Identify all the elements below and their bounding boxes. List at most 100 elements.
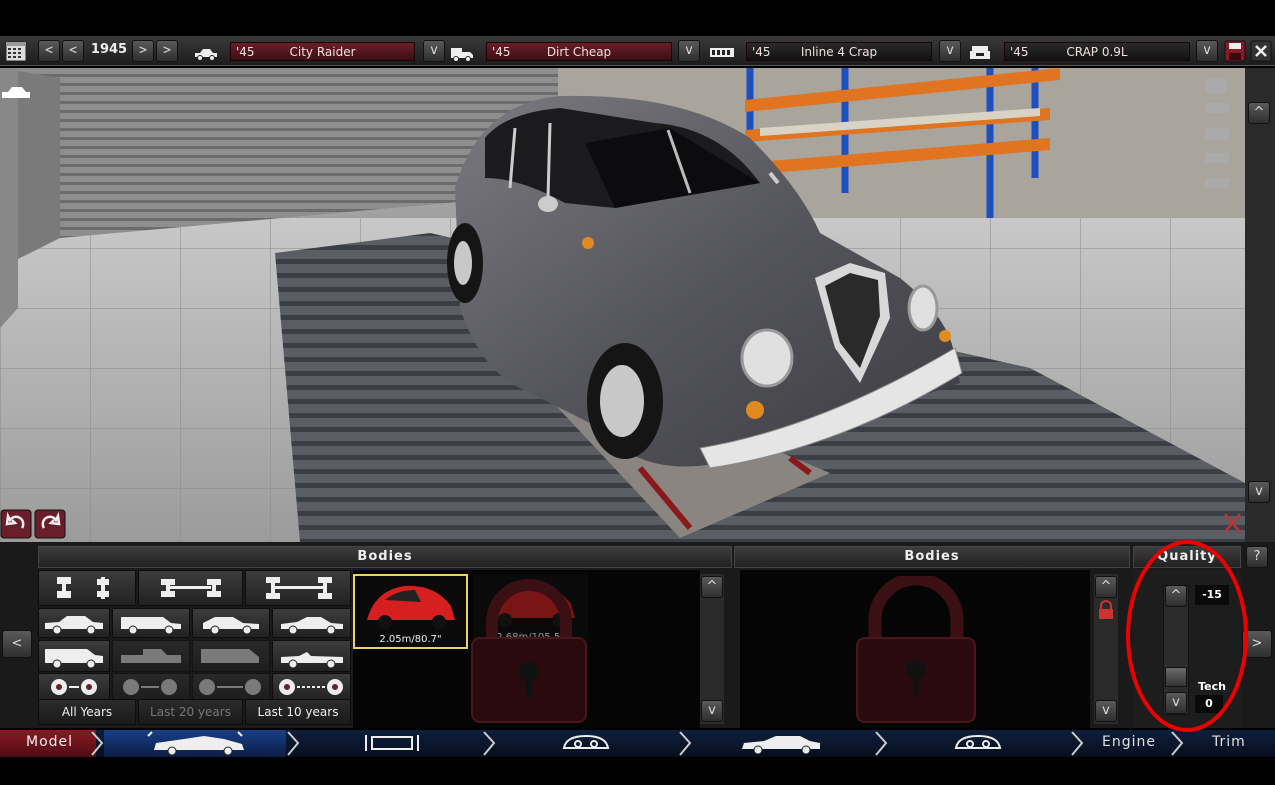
axle-long-icon bbox=[266, 577, 332, 599]
close-icon[interactable] bbox=[1250, 40, 1272, 62]
filter-last-10-years[interactable]: Last 10 years bbox=[245, 699, 351, 725]
nav-trim[interactable]: Trim bbox=[1212, 734, 1246, 750]
engine-selector[interactable]: '45 Inline 4 Crap bbox=[746, 42, 932, 61]
engine-variant-dropdown-button[interactable]: v bbox=[1196, 40, 1218, 62]
panel-prev-button[interactable]: < bbox=[2, 630, 32, 658]
viewport-scroll-down[interactable]: v bbox=[1248, 481, 1270, 503]
axle-medium-icon bbox=[161, 579, 221, 597]
car-body-icon bbox=[147, 731, 244, 756]
body-card-caption: 2.05m/80.7" bbox=[379, 634, 442, 645]
chevron-right-icon bbox=[91, 731, 104, 756]
bottom-margin bbox=[0, 757, 1275, 785]
axle-short-icon bbox=[57, 577, 109, 599]
wagon-icon bbox=[121, 617, 181, 635]
car-viewport[interactable] bbox=[0, 68, 1245, 542]
car-trim-icon bbox=[451, 48, 473, 62]
van-icon bbox=[201, 649, 259, 663]
coupe-icon bbox=[281, 617, 343, 635]
help-button[interactable]: ? bbox=[1246, 546, 1268, 568]
chevron-right-icon bbox=[679, 731, 692, 756]
car-front-icon bbox=[1205, 128, 1229, 140]
filter-axle-medium[interactable] bbox=[138, 570, 243, 606]
padlock-icon[interactable] bbox=[1096, 600, 1116, 620]
filter-last-20-years[interactable]: Last 20 years bbox=[138, 699, 243, 725]
chevron-right-icon bbox=[1071, 731, 1084, 756]
filter-body-coupe[interactable] bbox=[272, 608, 351, 638]
trim-dropdown-button[interactable]: v bbox=[678, 40, 700, 62]
chevron-right-icon bbox=[287, 731, 300, 756]
year-next-button[interactable]: > bbox=[132, 40, 154, 62]
nav-body[interactable] bbox=[104, 730, 286, 757]
filter-body-wagon[interactable] bbox=[112, 608, 190, 638]
model-selector[interactable]: '45 City Raider bbox=[230, 42, 415, 61]
sedan-icon bbox=[45, 616, 103, 635]
filter-wheelbase-short[interactable] bbox=[38, 673, 110, 701]
filter-body-pickup[interactable] bbox=[112, 640, 190, 672]
chevron-right-icon bbox=[875, 731, 888, 756]
nav-model-label: Model bbox=[26, 734, 74, 750]
filter-body-hatch[interactable] bbox=[192, 608, 270, 638]
middle-panel-title: Bodies bbox=[734, 546, 1130, 568]
wheelbase-long-icon bbox=[279, 679, 343, 695]
chevron-right-icon bbox=[1171, 731, 1184, 756]
wheelbase-short-icon bbox=[51, 679, 97, 695]
year-display: 1945 bbox=[90, 42, 128, 57]
nav-fixtures[interactable] bbox=[496, 730, 676, 757]
nav-car-overview[interactable] bbox=[692, 730, 872, 757]
year-prev-fast-button[interactable]: < bbox=[38, 40, 60, 62]
filter-wheelbase-mid-short[interactable] bbox=[112, 673, 190, 701]
save-icon[interactable] bbox=[1224, 40, 1246, 62]
year-prev-button[interactable]: < bbox=[62, 40, 84, 62]
body-list-scroll-up[interactable]: ^ bbox=[701, 576, 723, 598]
suv-icon bbox=[45, 649, 103, 669]
filter-wheelbase-mid-long[interactable] bbox=[192, 673, 270, 701]
nav-fixtures-2[interactable] bbox=[888, 730, 1068, 757]
filter-axle-short[interactable] bbox=[38, 570, 136, 606]
nav-model[interactable]: Model bbox=[0, 730, 96, 757]
variant-list-scroll-down[interactable]: v bbox=[1095, 700, 1117, 722]
lock-icon bbox=[471, 579, 587, 723]
engine-variant-icon bbox=[970, 46, 990, 59]
engine-dropdown-button[interactable]: v bbox=[939, 40, 961, 62]
trim-selector-name: Dirt Cheap bbox=[546, 45, 612, 59]
convertible-icon bbox=[281, 652, 343, 669]
nav-engine[interactable]: Engine bbox=[1102, 734, 1156, 750]
car-side-icon bbox=[742, 736, 820, 755]
engine-selector-name: Inline 4 Crap bbox=[800, 45, 878, 59]
annotation-ellipse bbox=[1126, 540, 1248, 732]
calendar-icon[interactable] bbox=[5, 40, 27, 62]
lock-icon-large bbox=[856, 576, 976, 723]
body-card-selected[interactable]: 2.05m/80.7" bbox=[353, 574, 468, 649]
engine-variant-selector[interactable]: '45 CRAP 0.9L bbox=[1004, 42, 1190, 61]
viewport-scroll-up[interactable]: ^ bbox=[1248, 102, 1270, 124]
engine-icon bbox=[710, 48, 734, 57]
headlight-icon bbox=[562, 734, 610, 749]
pickup-icon bbox=[121, 649, 181, 663]
wheelbase-mid-long-icon bbox=[199, 679, 261, 695]
headlight-icon bbox=[954, 734, 1002, 749]
filter-body-sedan[interactable] bbox=[38, 608, 110, 638]
filter-body-van[interactable] bbox=[192, 640, 270, 672]
filter-body-convertible[interactable] bbox=[272, 640, 351, 672]
filter-wheelbase-long[interactable] bbox=[272, 673, 351, 701]
engine-variant-selector-name: CRAP 0.9L bbox=[1066, 45, 1128, 59]
body-list-scroll-down[interactable]: v bbox=[701, 700, 723, 722]
viewport-scrollbar[interactable] bbox=[1245, 68, 1275, 542]
model-selector-name: City Raider bbox=[289, 45, 356, 59]
model-dropdown-button[interactable]: v bbox=[423, 40, 445, 62]
trim-selector[interactable]: '45 Dirt Cheap bbox=[486, 42, 672, 61]
filter-axle-long[interactable] bbox=[245, 570, 351, 606]
camera-icon bbox=[1205, 78, 1227, 94]
car-model-icon bbox=[195, 49, 217, 61]
filter-all-years[interactable]: All Years bbox=[38, 699, 136, 725]
left-panel-title: Bodies bbox=[38, 546, 732, 568]
car-angle-icon bbox=[1205, 178, 1229, 188]
chevron-right-icon bbox=[483, 731, 496, 756]
nav-chassis[interactable] bbox=[300, 730, 480, 757]
filter-body-suv[interactable] bbox=[38, 640, 110, 672]
wheelbase-mid-short-icon bbox=[123, 679, 177, 695]
variant-list-scroll-up[interactable]: ^ bbox=[1095, 576, 1117, 598]
body-thumbnail bbox=[367, 585, 455, 629]
car-side-icon bbox=[1205, 103, 1229, 113]
year-next-fast-button[interactable]: > bbox=[156, 40, 178, 62]
